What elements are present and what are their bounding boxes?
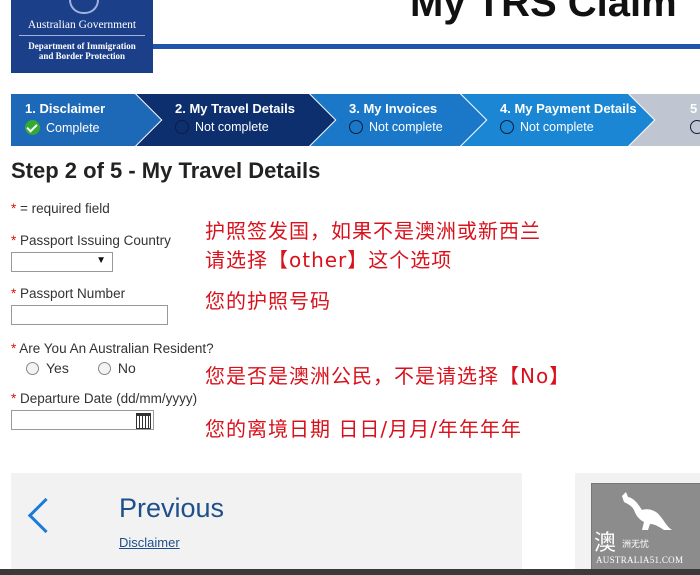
departure-date-label: * Departure Date (dd/mm/yyyy) <box>11 391 197 406</box>
resident-no-label[interactable]: No <box>118 360 136 376</box>
step-status: Not complete <box>349 120 443 134</box>
passport-number-input[interactable] <box>11 305 168 325</box>
required-note-text: = required field <box>20 201 110 216</box>
step-label: 1. Disclaimer <box>25 101 106 116</box>
passport-number-label-text: Passport Number <box>20 286 126 301</box>
step-heading: Step 2 of 5 - My Travel Details <box>11 158 321 183</box>
step-status-text: Complete <box>46 120 100 135</box>
previous-title[interactable]: Previous <box>119 493 224 524</box>
annotation-country-line-1: 护照签发国，如果不是澳洲或新西兰 <box>205 219 541 243</box>
government-logo: Australian Government Department of Immi… <box>11 0 153 73</box>
resident-label: * Are You An Australian Resident? <box>11 341 214 356</box>
crest-icon <box>69 0 99 14</box>
watermark-url: AUSTRALIA51.COM <box>596 555 684 565</box>
watermark-small-text: 洲无忧 <box>622 540 650 550</box>
step-status-text: Not complete <box>369 120 443 134</box>
annotation-country-line-2: 请选择【other】这个选项 <box>205 248 453 272</box>
resident-radio-group: Yes No <box>26 360 136 376</box>
step-label: 5 <box>690 101 698 116</box>
annotation-departure-date: 您的离境日期 日日/月月/年年年年 <box>205 417 522 441</box>
bottom-bar <box>0 569 700 575</box>
passport-country-select[interactable]: ▼ <box>11 252 113 272</box>
required-star: * <box>11 233 17 248</box>
logo-divider <box>19 35 145 36</box>
previous-link[interactable]: Disclaimer <box>119 535 180 550</box>
resident-no-radio[interactable] <box>97 361 111 375</box>
required-star: * <box>11 341 17 356</box>
step-status: Not complete <box>500 120 594 134</box>
circle-icon <box>500 120 514 134</box>
annotation-resident: 您是否是澳洲公民，不是请选择【No】 <box>205 364 571 388</box>
step-disclaimer[interactable]: 1. Disclaimer Complete <box>11 94 161 146</box>
step-status-text: Not complete <box>195 120 269 134</box>
circle-icon <box>690 120 700 134</box>
check-icon <box>25 120 40 135</box>
resident-yes-label[interactable]: Yes <box>46 360 69 376</box>
resident-yes-radio[interactable] <box>26 361 39 375</box>
calendar-icon[interactable] <box>136 413 151 429</box>
step-label: 3. My Invoices <box>349 101 438 116</box>
header-divider <box>153 44 700 49</box>
passport-country-label: * Passport Issuing Country <box>11 233 171 248</box>
logo-department-line-2: and Border Protection <box>38 51 126 61</box>
step-label: 4. My Payment Details <box>500 101 637 116</box>
required-star: * <box>11 201 17 216</box>
progress-stepper: 1. Disclaimer Complete 2. My Travel Deta… <box>11 94 700 146</box>
logo-department-line-1: Department of Immigration <box>28 41 136 51</box>
annotation-passport-number: 您的护照号码 <box>205 289 331 313</box>
step-label: 2. My Travel Details <box>175 101 295 116</box>
step-status-text: Not complete <box>520 120 594 134</box>
step-my-payment-details[interactable]: 4. My Payment Details Not complete <box>460 94 654 146</box>
kangaroo-icon <box>622 492 672 530</box>
resident-label-text: Are You An Australian Resident? <box>19 341 214 356</box>
required-star: * <box>11 286 17 301</box>
chevron-left-icon[interactable] <box>27 497 64 534</box>
page-title: My TRS Claim <box>410 0 677 25</box>
passport-number-label: * Passport Number <box>11 286 125 301</box>
circle-icon <box>175 120 189 134</box>
departure-date-input[interactable] <box>11 410 154 430</box>
step-status: Not complete <box>175 120 269 134</box>
dropdown-arrow-icon: ▼ <box>96 255 106 266</box>
step-my-invoices[interactable]: 3. My Invoices Not complete <box>309 94 486 146</box>
logo-government-text: Australian Government <box>27 19 137 31</box>
previous-step-panel[interactable]: Previous Disclaimer <box>11 473 522 575</box>
passport-country-label-text: Passport Issuing Country <box>20 233 171 248</box>
step-my-travel-details[interactable]: 2. My Travel Details Not complete <box>135 94 335 146</box>
required-note: * = required field <box>11 201 110 216</box>
step-status: Complete <box>25 120 100 135</box>
watermark-big-char: 澳 <box>594 531 617 556</box>
departure-date-label-text: Departure Date (dd/mm/yyyy) <box>20 391 198 406</box>
watermark-logo: 澳 洲无忧 AUSTRALIA51.COM <box>591 483 700 571</box>
circle-icon <box>349 120 363 134</box>
step-status <box>690 120 700 134</box>
logo-department-text: Department of Immigration and Border Pro… <box>11 41 153 61</box>
required-star: * <box>11 391 17 406</box>
